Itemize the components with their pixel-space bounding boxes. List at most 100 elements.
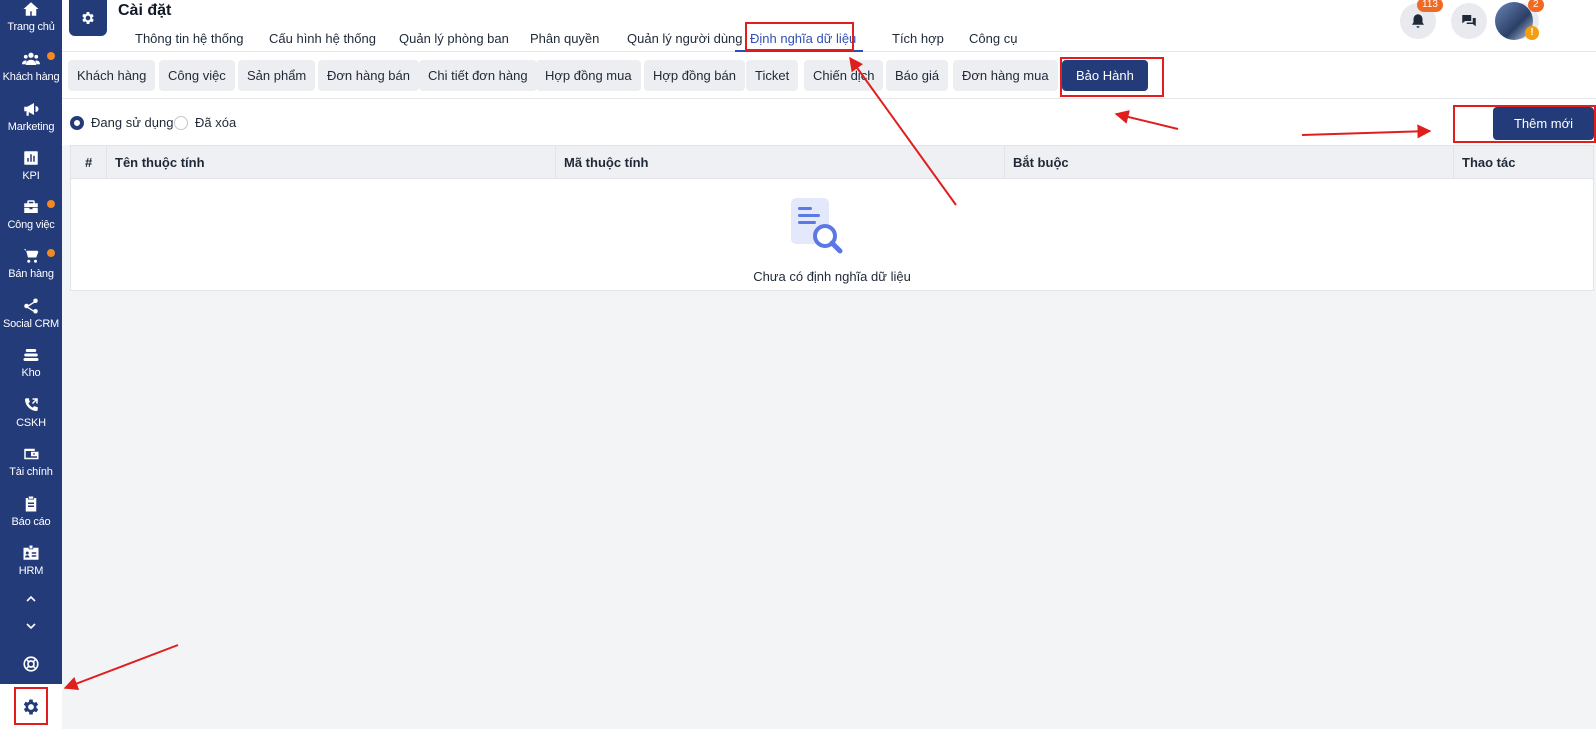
- share-icon: [24, 298, 38, 314]
- column-header-attribute-name[interactable]: Tên thuộc tính: [107, 146, 556, 179]
- tab-integration[interactable]: Tích hợp: [892, 31, 944, 46]
- tab-user-management[interactable]: Quản lý người dùng: [627, 31, 743, 46]
- radio-label: Đang sử dụng: [91, 115, 174, 130]
- app-root: Trang chủ Khách hàng Marketing KPI Công …: [0, 0, 1596, 729]
- sidebar-item-label: Khách hàng: [2, 71, 60, 83]
- sidebar-item-label: Công việc: [7, 219, 55, 231]
- sidebar-item-label: Trang chủ: [7, 21, 55, 33]
- sidebar-item-customers[interactable]: Khách hàng: [0, 50, 62, 98]
- empty-state-text: Chưa có định nghĩa dữ liệu: [753, 269, 911, 284]
- quick-launch-badge: 2: [1528, 0, 1544, 12]
- id-card-icon: [23, 545, 39, 560]
- tab-system-info[interactable]: Thông tin hệ thống: [135, 31, 243, 46]
- chevron-up-icon: [26, 595, 36, 602]
- top-header: Cài đặt Thông tin hệ thống Cấu hình hệ t…: [62, 0, 1596, 52]
- radio-label: Đã xóa: [195, 115, 237, 130]
- data-definition-table: # Tên thuộc tính Mã thuộc tính Bắt buộc …: [70, 145, 1594, 291]
- chart-icon: [24, 151, 38, 165]
- subtab-purchase-orders[interactable]: Đơn hàng mua: [953, 60, 1058, 91]
- sidebar-item-label: Kho: [21, 367, 41, 379]
- annotation-box-settings: [14, 687, 48, 725]
- subtab-sales-orders[interactable]: Đơn hàng bán: [318, 60, 419, 91]
- sidebar-item-label: KPI: [22, 170, 40, 182]
- notification-dot: [47, 249, 55, 257]
- wallet-icon: [24, 448, 39, 460]
- sidebar-scroll-down[interactable]: [0, 616, 62, 636]
- sidebar-settings-button[interactable]: [0, 684, 62, 729]
- radio-indicator: [70, 115, 84, 130]
- megaphone-icon: [24, 103, 39, 116]
- subtab-purchase-contracts[interactable]: Hợp đồng mua: [536, 60, 641, 91]
- column-header-actions: Thao tác: [1462, 155, 1516, 170]
- sidebar-item-label: Báo cáo: [11, 516, 51, 528]
- bell-icon: [1412, 14, 1424, 28]
- sidebar-item-label: Marketing: [7, 121, 55, 133]
- filter-toolbar: Đang sử dụng Đã xóa Thêm mới: [62, 99, 1596, 145]
- notification-dot: [47, 52, 55, 60]
- radio-deleted[interactable]: Đã xóa: [174, 115, 236, 130]
- users-icon: [22, 52, 40, 65]
- subtab-customers[interactable]: Khách hàng: [68, 60, 156, 91]
- radio-in-use[interactable]: Đang sử dụng: [70, 115, 173, 130]
- home-icon: [23, 2, 39, 16]
- tab-data-definition[interactable]: Định nghĩa dữ liệu: [750, 31, 856, 46]
- clipboard-icon: [25, 496, 37, 512]
- sidebar-item-hrm[interactable]: HRM: [0, 544, 62, 592]
- entity-tabs: Khách hàng Công việc Sản phẩm Đơn hàng b…: [62, 52, 1596, 99]
- chat-icon: [1462, 15, 1476, 27]
- sidebar-item-label: Social CRM: [2, 318, 60, 330]
- subtab-quotes[interactable]: Báo giá: [886, 60, 949, 91]
- gear-icon: [82, 12, 94, 24]
- sidebar-item-label: Bán hàng: [8, 268, 54, 280]
- subtab-sales-contracts[interactable]: Hợp đồng bán: [644, 60, 745, 91]
- tab-system-config[interactable]: Cấu hình hệ thống: [269, 31, 376, 46]
- lifebuoy-icon: [23, 656, 39, 672]
- column-header-index: #: [71, 146, 107, 179]
- settings-module-icon: [69, 0, 107, 36]
- phone-icon: [25, 398, 38, 411]
- sidebar-item-sales[interactable]: Bán hàng: [0, 247, 62, 295]
- briefcase-icon: [24, 200, 38, 213]
- empty-state: Chưa có định nghĩa dữ liệu: [71, 179, 1593, 290]
- main-content: Đang sử dụng Đã xóa Thêm mới # Tên thuộc…: [62, 99, 1596, 729]
- subtab-ticket[interactable]: Ticket: [746, 60, 799, 91]
- subtab-campaigns[interactable]: Chiến dịch: [804, 60, 884, 91]
- empty-search-document-icon: [791, 198, 843, 254]
- sidebar-item-marketing[interactable]: Marketing: [0, 100, 62, 148]
- warehouse-icon: [23, 349, 39, 361]
- notifications-badge: 113: [1417, 0, 1443, 12]
- sidebar-item-label: HRM: [18, 565, 44, 577]
- sidebar: Trang chủ Khách hàng Marketing KPI Công …: [0, 0, 62, 729]
- sidebar-item-cskh[interactable]: CSKH: [0, 396, 62, 444]
- sidebar-item-home[interactable]: Trang chủ: [0, 0, 62, 48]
- sidebar-item-warehouse[interactable]: Kho: [0, 346, 62, 394]
- table-header: # Tên thuộc tính Mã thuộc tính Bắt buộc …: [71, 146, 1593, 179]
- sidebar-item-label: CSKH: [16, 417, 46, 429]
- add-new-button[interactable]: Thêm mới: [1493, 107, 1594, 140]
- chevron-down-icon: [26, 623, 36, 630]
- sidebar-item-social-crm[interactable]: Social CRM: [0, 297, 62, 345]
- subtab-warranty[interactable]: Bảo Hành: [1062, 60, 1148, 91]
- subtab-order-details[interactable]: Chi tiết đơn hàng: [419, 60, 537, 91]
- sidebar-item-reports[interactable]: Báo cáo: [0, 495, 62, 543]
- sidebar-scroll-up[interactable]: [0, 589, 62, 609]
- tab-departments[interactable]: Quản lý phòng ban: [399, 31, 509, 46]
- subtab-tasks[interactable]: Công việc: [159, 60, 235, 91]
- tab-tools[interactable]: Công cụ: [969, 31, 1017, 46]
- cart-icon: [23, 249, 39, 263]
- avatar-warning-badge: !: [1525, 26, 1539, 40]
- column-header-required[interactable]: Bắt buộc: [1005, 146, 1454, 179]
- help-button[interactable]: [0, 652, 62, 676]
- tab-permissions[interactable]: Phân quyền: [530, 31, 599, 46]
- sidebar-item-tasks[interactable]: Công việc: [0, 198, 62, 246]
- sidebar-item-finance[interactable]: Tài chính: [0, 445, 62, 493]
- notifications-button[interactable]: 113: [1400, 0, 1443, 39]
- notification-dot: [47, 200, 55, 208]
- sidebar-item-kpi[interactable]: KPI: [0, 149, 62, 197]
- radio-indicator: [174, 115, 188, 130]
- messages-button[interactable]: [1451, 3, 1487, 39]
- page-title: Cài đặt: [118, 2, 172, 19]
- sidebar-item-label: Tài chính: [9, 466, 53, 478]
- subtab-products[interactable]: Sản phẩm: [238, 60, 316, 91]
- column-header-attribute-code[interactable]: Mã thuộc tính: [556, 146, 1005, 179]
